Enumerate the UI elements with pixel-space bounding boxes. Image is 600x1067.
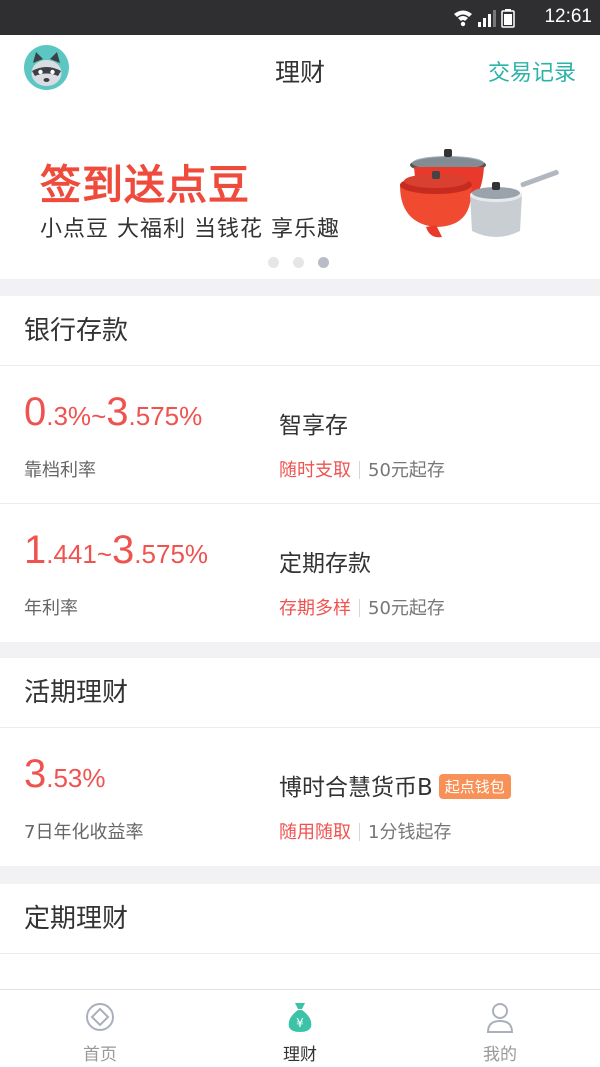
bank-deposit-section: 银行存款 0.3%~3.575% 靠档利率 智享存 随时支取 50元起存 1.44… [0,296,600,642]
product-row[interactable]: 1.441~3.575% 年利率 定期存款 存期多样 50元起存 [0,504,600,642]
carousel-dot[interactable] [293,257,304,268]
person-icon [486,1003,514,1033]
banner-headline: 签到送点豆 [40,161,250,209]
highlight-tag: 存期多样 [279,598,351,619]
bottom-tab-bar: 首页 ¥ 理财 我的 [0,989,600,1067]
rate-label: 7日年化收益率 [24,822,144,843]
rate-range: 1.441~3.575% [24,528,209,572]
tab-label: 理财 [283,1045,317,1065]
rate-value: 3.53% [24,752,106,796]
section-title: 银行存款 [0,296,600,366]
rate-range: 0.3%~3.575% [24,390,203,434]
tab-label: 首页 [83,1045,117,1065]
home-coin-icon [86,1003,114,1031]
product-row[interactable]: 3.53% 7日年化收益率 博时合慧货币B 起点钱包 随用随取 1分钱起存 [0,728,600,866]
highlight-tag: 随用随取 [279,822,351,843]
product-row[interactable]: 0.3%~3.575% 靠档利率 智享存 随时支取 50元起存 [0,366,600,504]
svg-text:¥: ¥ [296,1016,304,1030]
carousel-dot[interactable] [268,257,279,268]
min-amount: 50元起存 [368,460,445,481]
min-amount: 1分钱起存 [368,822,452,843]
tab-label: 我的 [483,1045,517,1065]
carousel-dot-active[interactable] [318,257,329,268]
wallet-badge: 起点钱包 [438,774,511,799]
product-name: 博时合慧货币B 起点钱包 [279,768,511,802]
cookware-image [400,149,559,238]
battery-icon [501,9,515,28]
highlight-tag: 随时支取 [279,460,351,481]
status-time: 12:61 [544,6,592,27]
wifi-icon [454,10,472,27]
product-name: 定期存款 [279,551,371,577]
header-bar: 理财 交易记录 [0,35,600,103]
product-tags: 随用随取 1分钱起存 [279,818,451,844]
rate-label: 靠档利率 [24,460,96,481]
tab-home[interactable]: 首页 [0,990,200,1067]
section-title: 活期理财 [0,658,600,728]
money-bag-icon: ¥ [288,1003,312,1032]
signal-icon [478,10,496,27]
current-wealth-section: 活期理财 3.53% 7日年化收益率 博时合慧货币B 起点钱包 随用随取 1分钱起存 [0,658,600,866]
tab-mine[interactable]: 我的 [400,990,600,1067]
product-name: 智享存 [279,413,348,439]
product-tags: 存期多样 50元起存 [279,594,445,620]
fixed-wealth-section: 定期理财 [0,884,600,989]
promo-banner[interactable]: 签到送点豆 小点豆 大福利 当钱花 享乐趣 [0,103,600,279]
carousel-dots[interactable] [268,253,343,272]
status-icons [454,9,515,28]
min-amount: 50元起存 [368,598,445,619]
rate-label: 年利率 [24,598,78,619]
transaction-records-link[interactable]: 交易记录 [488,55,576,87]
section-title: 定期理财 [0,884,600,954]
product-tags: 随时支取 50元起存 [279,456,445,482]
status-bar: 12:61 [0,0,600,35]
banner-subtitle: 小点豆 大福利 当钱花 享乐趣 [40,217,340,242]
tab-finance[interactable]: ¥ 理财 [200,990,400,1067]
